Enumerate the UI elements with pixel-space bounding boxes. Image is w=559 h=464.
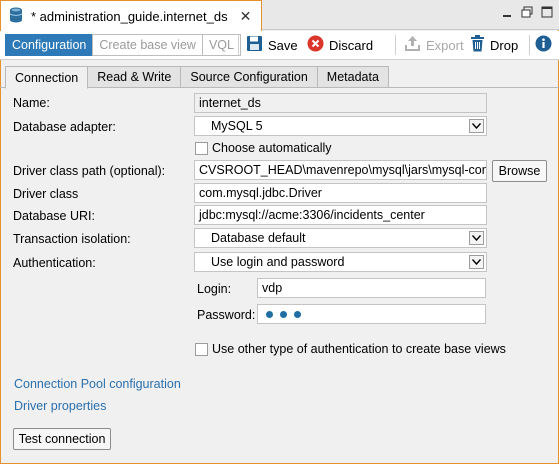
login-field[interactable]: vdp [257,278,486,298]
export-label: Export [426,37,464,53]
trash-icon [470,35,485,55]
toolbar-separator [238,35,239,55]
toolbar-separator [529,35,530,55]
test-connection-button[interactable]: Test connection [13,428,111,450]
save-button[interactable]: Save [246,35,298,55]
isolation-value: Database default [211,231,306,245]
other-auth-checkbox[interactable] [195,343,208,356]
isolation-label: Transaction isolation: [13,232,131,246]
choose-automatically-label: Choose automatically [212,141,332,155]
info-icon [535,35,552,55]
toolbar-separator [395,35,396,55]
login-label: Login: [197,282,232,296]
minimize-icon[interactable] [501,6,513,18]
adapter-select[interactable]: MySQL 5 [194,116,487,136]
segment-vql[interactable]: VQL [201,34,241,56]
password-mask [262,310,301,318]
maximize-icon[interactable] [541,6,553,18]
tab-connection[interactable]: Connection [5,66,89,89]
connection-pool-link[interactable]: Connection Pool configuration [14,377,181,391]
discard-button[interactable]: Discard [307,35,373,55]
authentication-select[interactable]: Use login and password [194,252,487,272]
other-auth-label: Use other type of authentication to crea… [212,342,506,356]
tab-metadata[interactable]: Metadata [316,66,389,88]
database-icon [9,7,23,26]
drop-button[interactable]: Drop [470,35,518,55]
toolbar: Configuration Create base view VQL Save … [0,31,559,60]
title-bar: * administration_guide.internet_ds ✕ [0,0,559,31]
segment-configuration[interactable]: Configuration [5,34,94,56]
database-uri-field[interactable]: jdbc:mysql://acme:3306/incidents_center [194,205,487,225]
tab-source-configuration[interactable]: Source Configuration [180,66,318,88]
driver-class-field[interactable]: com.mysql.jdbc.Driver [194,183,487,203]
name-field[interactable]: internet_ds [194,93,487,113]
driver-properties-link[interactable]: Driver properties [14,399,106,413]
restore-icon[interactable] [521,6,533,18]
document-tab-title: * administration_guide.internet_ds [31,8,228,24]
export-icon [404,35,421,55]
driver-class-label: Driver class [13,187,79,201]
adapter-label: Database adapter: [13,120,116,134]
export-button[interactable]: Export [404,35,464,55]
document-tab[interactable]: * administration_guide.internet_ds ✕ [0,0,262,31]
authentication-value: Use login and password [211,255,345,269]
password-label: Password: [197,308,256,322]
browse-button[interactable]: Browse [492,160,547,182]
close-icon[interactable]: ✕ [240,8,252,25]
view-switcher: Configuration Create base view VQL [5,34,241,56]
tab-bar: Connection Read & Write Source Configura… [5,66,389,89]
database-uri-label: Database URI: [13,209,95,223]
authentication-label: Authentication: [13,256,96,270]
chevron-down-icon [469,119,484,133]
isolation-select[interactable]: Database default [194,228,487,248]
driver-path-label: Driver class path (optional): [13,164,166,178]
chevron-down-icon [469,255,484,269]
drop-label: Drop [490,37,519,53]
tab-read-write[interactable]: Read & Write [87,66,182,88]
info-button[interactable] [535,35,552,55]
segment-create-base-view[interactable]: Create base view [92,34,203,56]
window-controls [501,6,553,18]
password-field[interactable] [257,304,486,324]
driver-path-field[interactable]: CVSROOT_HEAD\mavenrepo\mysql\jars\mysql-… [194,160,487,180]
choose-automatically-checkbox[interactable] [195,142,208,155]
adapter-value: MySQL 5 [211,119,263,133]
save-label: Save [268,37,298,53]
discard-icon [307,35,324,55]
discard-label: Discard [329,37,374,53]
chevron-down-icon [469,231,484,245]
name-label: Name: [13,96,50,110]
save-icon [246,35,263,55]
